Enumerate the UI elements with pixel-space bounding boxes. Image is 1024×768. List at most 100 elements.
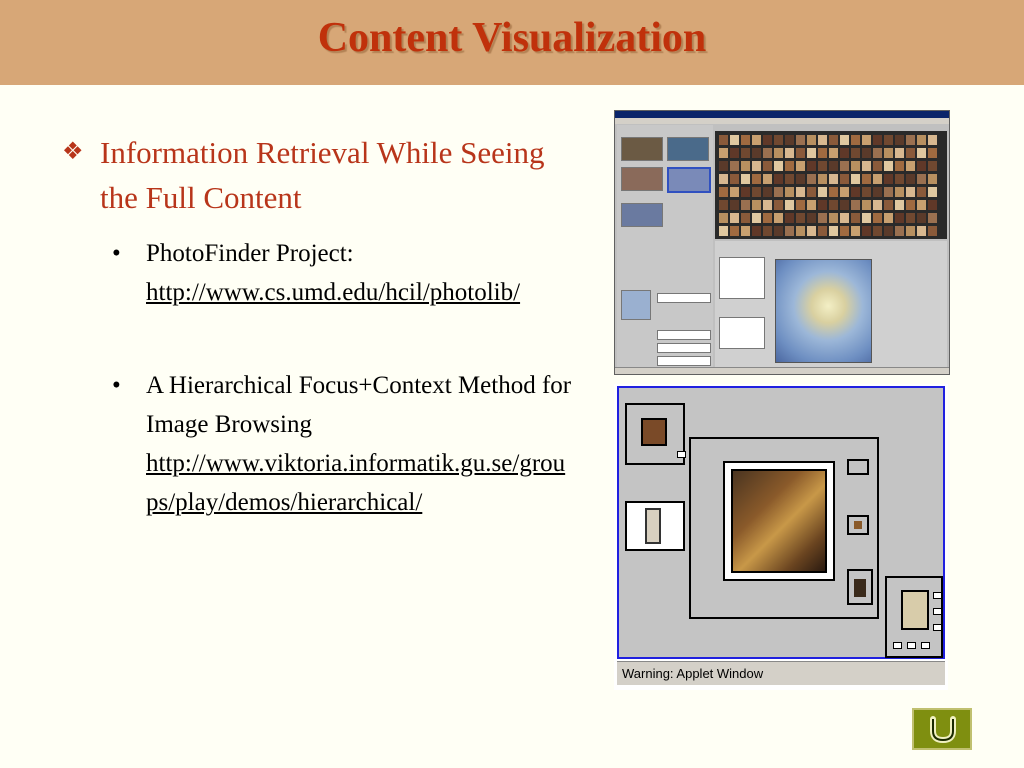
hierarchical-demo-link[interactable]: http://www.viktoria.informatik.gu.se/gro… [146,444,572,522]
photo-thumbnail[interactable] [895,226,904,236]
photo-thumbnail[interactable] [928,174,937,184]
photo-thumbnail[interactable] [730,213,739,223]
photo-thumbnail[interactable] [719,161,728,171]
photo-thumbnail[interactable] [774,187,783,197]
photo-thumbnail[interactable] [917,148,926,158]
photo-thumbnail[interactable] [774,226,783,236]
photo-thumbnail[interactable] [785,174,794,184]
photo-thumbnail[interactable] [917,226,926,236]
photo-thumbnail[interactable] [906,213,915,223]
photo-thumbnail[interactable] [785,226,794,236]
text-box[interactable] [719,317,765,349]
photo-thumbnail[interactable] [785,187,794,197]
photo-thumbnail[interactable] [895,187,904,197]
text-box[interactable] [719,257,765,299]
photo-thumbnail[interactable] [873,226,882,236]
photo-thumbnail[interactable] [719,213,728,223]
photo-thumbnail[interactable] [851,161,860,171]
form-field[interactable] [657,330,711,340]
side-node[interactable] [847,515,869,535]
photo-thumbnail[interactable] [862,161,871,171]
photo-thumbnail[interactable] [884,148,893,158]
photo-thumbnail[interactable] [840,174,849,184]
photo-thumbnail[interactable] [840,148,849,158]
photo-thumbnail[interactable] [730,187,739,197]
photo-thumbnail[interactable] [928,135,937,145]
photo-thumbnail[interactable] [741,187,750,197]
photo-thumbnail[interactable] [829,226,838,236]
photo-thumbnail[interactable] [774,148,783,158]
photo-thumbnail[interactable] [862,226,871,236]
photo-thumbnail[interactable] [741,161,750,171]
photo-thumbnail[interactable] [807,213,816,223]
photo-thumbnail[interactable] [796,161,805,171]
photo-thumbnail[interactable] [774,213,783,223]
photo-thumbnail[interactable] [730,200,739,210]
photo-thumbnail[interactable] [719,135,728,145]
photo-thumbnail[interactable] [895,213,904,223]
photo-thumbnail[interactable] [873,135,882,145]
photo-thumbnail[interactable] [917,161,926,171]
photo-thumbnail[interactable] [840,226,849,236]
photo-thumbnail[interactable] [906,148,915,158]
photo-thumbnail[interactable] [752,226,761,236]
photo-thumbnail[interactable] [730,161,739,171]
photo-thumbnail[interactable] [906,161,915,171]
photofinder-link[interactable]: http://www.cs.umd.edu/hcil/photolib/ [146,273,572,312]
mini-node[interactable] [893,642,902,649]
photo-thumbnail[interactable] [796,187,805,197]
photo-thumbnail[interactable] [917,213,926,223]
focus-painting[interactable] [731,469,827,573]
photo-thumbnail[interactable] [829,174,838,184]
photo-thumbnail[interactable] [906,226,915,236]
mini-node[interactable] [677,451,686,458]
photo-thumbnail[interactable] [719,200,728,210]
photo-thumbnail[interactable] [862,200,871,210]
photo-thumbnail[interactable] [741,213,750,223]
photo-thumbnail[interactable] [818,213,827,223]
return-button[interactable] [912,708,972,750]
form-field[interactable] [657,293,711,303]
photo-thumbnail[interactable] [752,213,761,223]
photo-thumbnail[interactable] [796,213,805,223]
photo-thumbnail[interactable] [730,226,739,236]
photo-thumbnail[interactable] [796,174,805,184]
photo-thumbnail[interactable] [895,135,904,145]
photo-thumbnail[interactable] [829,161,838,171]
photo-thumbnail[interactable] [873,148,882,158]
form-field[interactable] [657,356,711,366]
photo-thumbnail[interactable] [917,174,926,184]
photo-thumbnail[interactable] [851,174,860,184]
photo-thumbnail[interactable] [763,161,772,171]
photo-thumbnail[interactable] [862,174,871,184]
photo-thumbnail[interactable] [785,200,794,210]
photo-thumbnail[interactable] [763,135,772,145]
photo-thumbnail[interactable] [884,200,893,210]
photo-thumbnail[interactable] [807,174,816,184]
photo-thumbnail[interactable] [884,213,893,223]
photo-thumbnail[interactable] [862,148,871,158]
photo-thumbnail[interactable] [730,135,739,145]
photo-thumbnail[interactable] [884,187,893,197]
photo-thumbnail[interactable] [862,135,871,145]
photo-thumbnail[interactable] [873,187,882,197]
photo-thumbnail[interactable] [719,148,728,158]
photo-thumbnail[interactable] [829,200,838,210]
photo-thumbnail[interactable] [873,213,882,223]
photo-thumbnail[interactable] [807,226,816,236]
photo-thumbnail[interactable] [785,148,794,158]
photo-thumbnail[interactable] [928,148,937,158]
side-node[interactable] [847,569,873,605]
photo-thumbnail[interactable] [895,161,904,171]
thumbnail-image[interactable] [901,590,929,630]
photo-thumbnail[interactable] [840,161,849,171]
photo-thumbnail[interactable] [873,161,882,171]
photo-thumbnail[interactable] [895,200,904,210]
photo-thumbnail[interactable] [928,187,937,197]
photo-thumbnail[interactable] [818,148,827,158]
photo-thumbnail[interactable] [884,174,893,184]
photo-thumbnail[interactable] [785,213,794,223]
photo-thumbnail[interactable] [796,148,805,158]
photo-thumbnail[interactable] [884,226,893,236]
photo-thumbnail[interactable] [818,187,827,197]
